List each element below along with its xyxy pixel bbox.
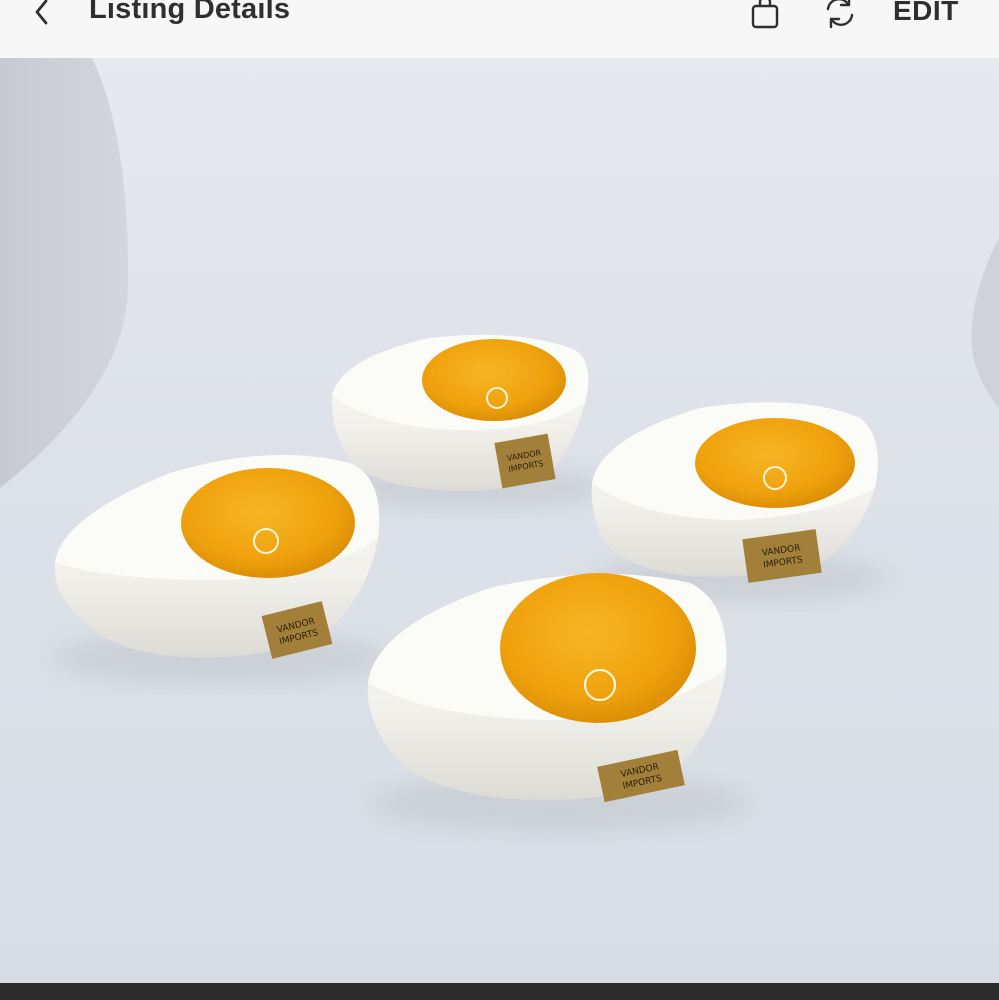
brand-sticker: VANDOR IMPORTS (494, 433, 556, 489)
edit-button[interactable]: EDIT (893, 0, 959, 27)
listing-photo[interactable]: VANDOR IMPORTS VANDOR IMPORTS VANDOR IMP… (0, 58, 999, 983)
back-button[interactable] (22, 0, 62, 34)
egg-cups-photo: VANDOR IMPORTS VANDOR IMPORTS VANDOR IMP… (0, 58, 999, 983)
share-button[interactable] (820, 0, 860, 32)
bottom-bar (0, 983, 999, 1000)
shopping-bag-icon (751, 0, 779, 29)
shopping-bag-button[interactable] (746, 0, 784, 32)
listing-details-screen: Listing Details EDIT VANDOR IMPORTS VAND… (0, 0, 999, 1000)
refresh-icon (826, 0, 854, 29)
page-title: Listing Details (89, 0, 291, 25)
top-app-bar: Listing Details EDIT (0, 0, 999, 58)
chevron-left-icon (35, 0, 48, 25)
egg-cup-back: VANDOR IMPORTS (331, 334, 589, 491)
